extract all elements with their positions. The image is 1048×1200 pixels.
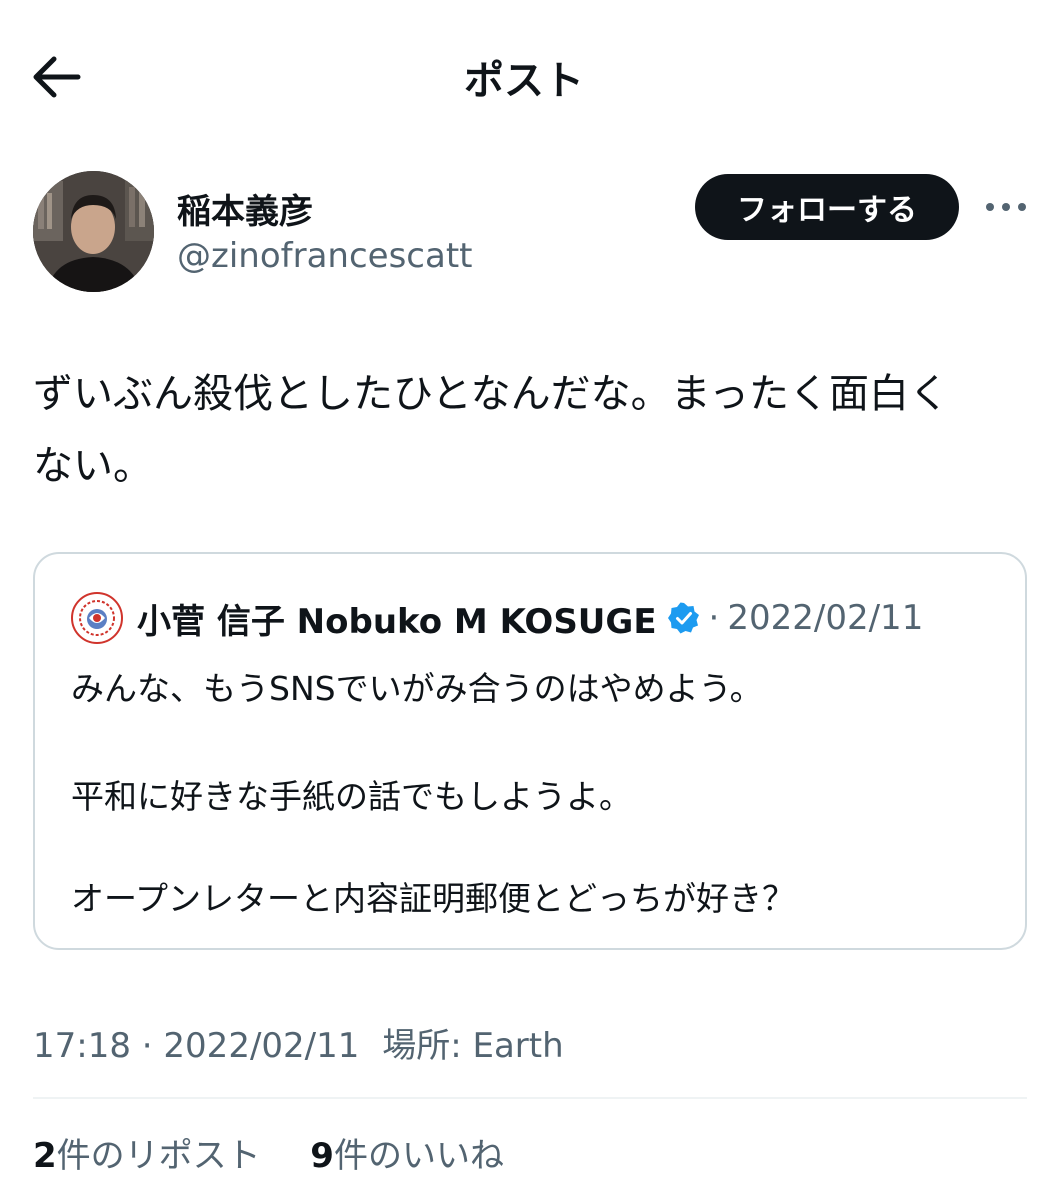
more-horizontal-icon	[986, 203, 1026, 211]
quote-text-line-1: みんな、もうSNSでいがみ合うのはやめよう。	[71, 669, 763, 708]
author-avatar[interactable]	[33, 171, 154, 292]
more-button[interactable]	[984, 190, 1028, 224]
likes-label: 件のいいね	[333, 1136, 504, 1176]
quote-author-name[interactable]: 小菅 信子 Nobuko M KOSUGE	[137, 594, 657, 643]
top-bar: ポスト	[0, 0, 1048, 155]
likes-link[interactable]: 9件のいいね	[310, 1136, 504, 1176]
verified-badge-icon	[667, 601, 701, 635]
reposts-label: 件のリポスト	[56, 1136, 261, 1176]
engagement-stats: 2件のリポスト 9件のいいね	[33, 1128, 504, 1177]
quote-author-avatar[interactable]	[71, 592, 123, 644]
place-value: Earth	[472, 1026, 564, 1066]
likes-count: 9	[310, 1136, 334, 1176]
divider	[33, 1097, 1027, 1099]
post-date[interactable]: 2022/02/11	[163, 1026, 359, 1066]
post-text-line-1: ずいぶん殺伐としたひとなんだな。まったく面白く	[33, 371, 949, 417]
quote-header: 小菅 信子 Nobuko M KOSUGE · 2022/02/11	[137, 592, 923, 644]
author-handle[interactable]: @zinofrancescatt	[177, 236, 473, 276]
follow-button[interactable]: フォローする	[695, 174, 959, 240]
quote-text-line-3: オープンレターと内容証明郵便とどっちが好き？	[71, 879, 796, 918]
author-name[interactable]: 稲本義彦	[177, 184, 313, 233]
meta-separator: ·	[141, 1026, 164, 1066]
reposts-link[interactable]: 2件のリポスト	[33, 1136, 271, 1176]
post-time[interactable]: 17:18	[33, 1026, 131, 1066]
place-label: 場所:	[382, 1026, 462, 1066]
page-title: ポスト	[464, 58, 584, 104]
post-text-line-2: ない。	[33, 443, 153, 489]
post-text: ずいぶん殺伐としたひとなんだな。まったく面白く ない。	[33, 358, 1033, 502]
quoted-post[interactable]: 小菅 信子 Nobuko M KOSUGE · 2022/02/11 みんな、も…	[33, 552, 1027, 950]
post-metadata: 17:18 · 2022/02/11 場所: Earth	[33, 1018, 564, 1067]
quote-text-line-2: 平和に好きな手紙の話でもしようよ。	[71, 777, 632, 816]
reposts-count: 2	[33, 1136, 57, 1176]
quote-separator: ·	[708, 598, 720, 638]
quote-date[interactable]: 2022/02/11	[727, 598, 923, 638]
